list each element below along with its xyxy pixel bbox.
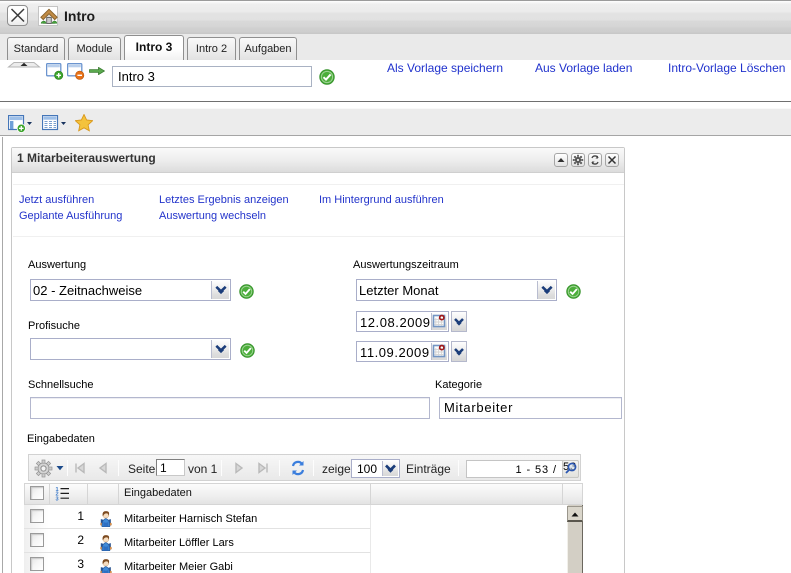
- svg-text:3: 3: [56, 496, 59, 501]
